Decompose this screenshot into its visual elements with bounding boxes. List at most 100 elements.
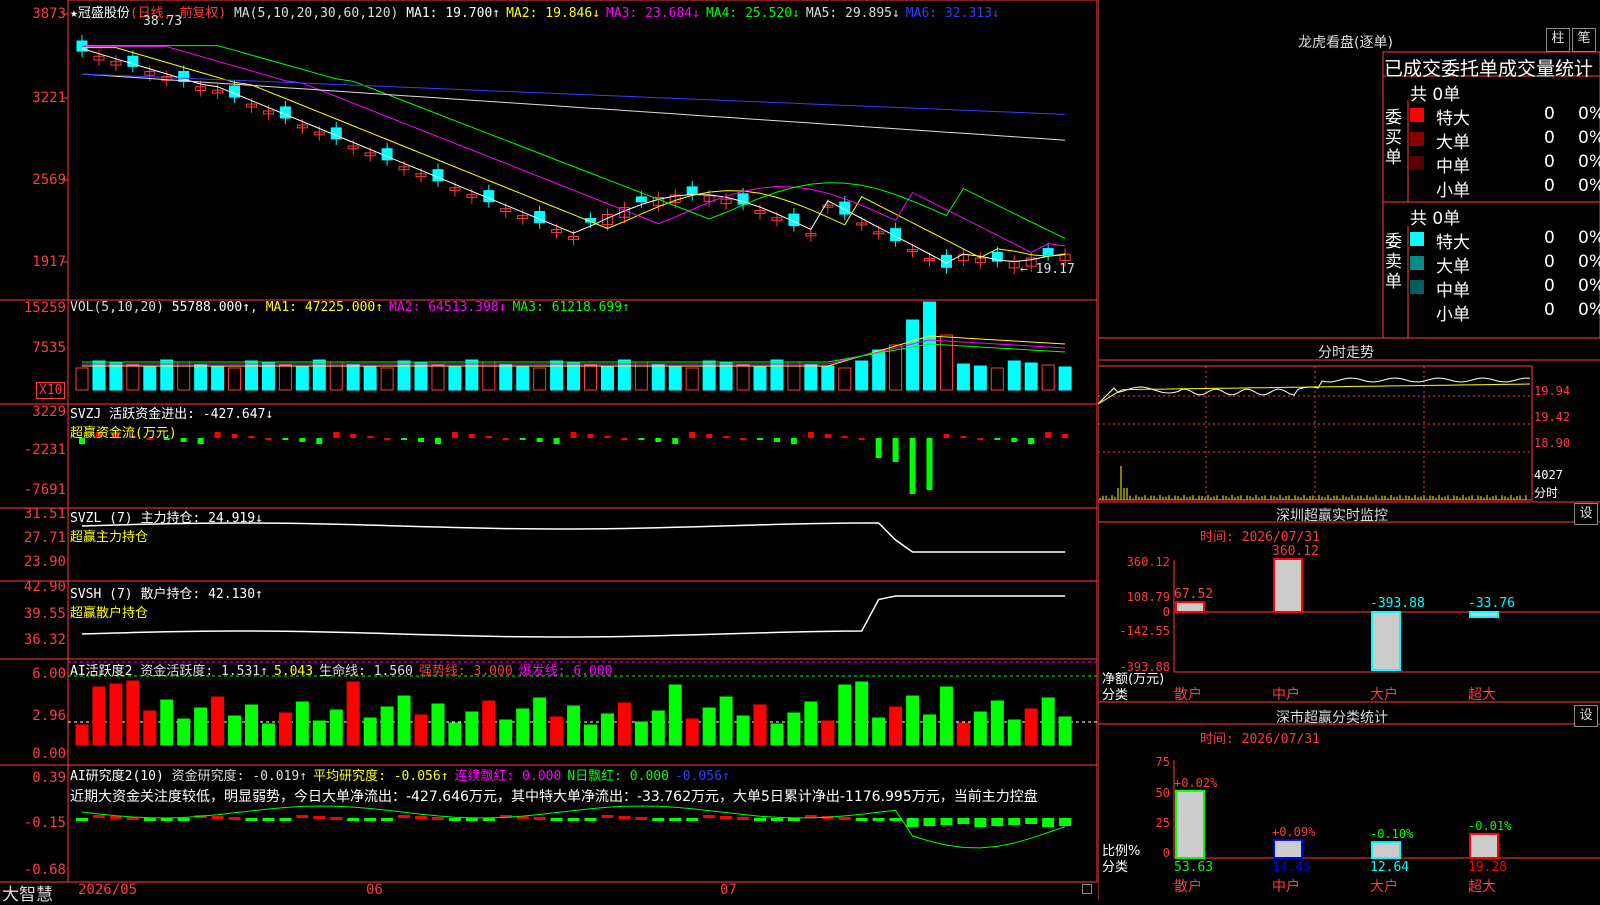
sell-row-1: 大单 0 0% (1410, 252, 1600, 277)
ai-active-bar (1041, 697, 1055, 746)
svzj-line2: 超赢资金流(万元) (70, 426, 177, 441)
svzj-bar (1045, 432, 1052, 438)
ai-research-bar (76, 818, 88, 821)
sell-vol-0: 0 (1544, 228, 1555, 248)
ai-active-bar (380, 706, 394, 746)
ai-research-bar (262, 818, 275, 821)
volume-bar (906, 319, 920, 391)
favorite-star-icon[interactable]: ★ (70, 6, 78, 21)
svzj-bar (434, 438, 441, 444)
sell-swatch-0 (1410, 232, 1424, 246)
ma-values: MA1: 19.700↑ MA2: 19.846↓ MA3: 23.684↓ MA4:… (406, 6, 1006, 21)
sz-class-category-2: 大户 (1370, 879, 1398, 895)
chart-area[interactable]: ★冠盛股份(日线, 前复权) MA(5,10,20,30,60,120) MA1… (0, 0, 1098, 905)
sell-total: 共 0单 (1410, 209, 1461, 229)
ai-research-bar (787, 818, 800, 821)
ai-research-value-2: 平均研究度: -0.056↑ (313, 769, 449, 784)
ai-research-bar (415, 816, 427, 819)
sz-monitor-bar-label-2: -393.88 (1370, 596, 1425, 611)
svzj-bar (570, 432, 577, 438)
buy-vol-1: 0 (1544, 128, 1555, 148)
sz-class-value-2: 12.64 (1370, 860, 1410, 875)
tick-mode-button[interactable]: 笔 (1572, 28, 1596, 52)
lock-icon[interactable] (1082, 884, 1092, 894)
ai-research-bar (364, 818, 377, 821)
sz-monitor-settings-button[interactable]: 设 (1574, 503, 1598, 525)
ai-research-bar (669, 818, 682, 821)
volume-bar (889, 344, 903, 391)
intraday-axis-label-0: 19.94 (1534, 384, 1571, 398)
sz-class-value-1: 14.45 (1272, 860, 1312, 875)
sz-class-bar-2 (1371, 841, 1401, 859)
volume-bar (668, 365, 682, 391)
sz-class-category-0: 散户 (1174, 879, 1202, 895)
ai-active-value-1: 资金活跃度: 1.531↑ (140, 664, 268, 679)
buy-vol-0: 0 (1544, 104, 1555, 124)
ai-active-bar (414, 714, 428, 746)
ai-active-bar (956, 722, 970, 746)
ai-active-bar (160, 699, 174, 746)
svzj-bar (604, 436, 611, 438)
stock-name[interactable]: 冠盛股份 (78, 6, 130, 21)
ai-active-bar (651, 710, 665, 746)
ai-active-bar (397, 695, 411, 746)
svzj-bar (502, 438, 509, 440)
sz-monitor-bar-2 (1371, 611, 1401, 671)
ai-research-bar (431, 817, 444, 820)
sz-class-category-1: 中户 (1272, 879, 1300, 895)
sz-class-bar-1 (1273, 838, 1303, 860)
svzj-bar-group (79, 432, 1069, 494)
ai-active-bar (600, 713, 614, 746)
ai-active-bar (872, 717, 886, 746)
svzj-header: SVZJ 活跃资金进出: -427.647↓ 超赢资金流(万元) (70, 403, 273, 441)
volume-bar (397, 360, 411, 391)
svzj-bar (367, 436, 374, 438)
ai-research-bar (601, 815, 614, 818)
buy-row-3: 小单 0 0% (1410, 176, 1600, 201)
intraday-axis-label-4: 分时 (1534, 486, 1559, 500)
sz-monitor-bar-label-0: 67.52 (1174, 587, 1214, 603)
volume-bar (990, 367, 1004, 391)
volume-bar (92, 360, 106, 391)
bar-mode-button[interactable]: 柱 (1546, 28, 1570, 52)
ai-research-bar (584, 818, 597, 821)
ai-research-bar (906, 818, 919, 827)
buy-name-1: 大单 (1436, 133, 1470, 153)
svzl-axis-label-1: 27.71 (23, 530, 66, 546)
svzj-bar (977, 438, 984, 440)
ai-active-bar (363, 717, 377, 746)
ai-research-bar (635, 817, 648, 820)
ai-research-bar (957, 818, 970, 824)
svzj-bar (994, 438, 1001, 440)
sz-class-settings-button[interactable]: 设 (1574, 705, 1598, 727)
svzj-line1: SVZJ 活跃资金进出: -427.647↓ (70, 407, 274, 422)
volume-bar (584, 364, 597, 391)
sell-vol-1: 0 (1544, 252, 1555, 272)
sz-monitor-xlabel: 分类 (1102, 688, 1129, 703)
ai-research-bar (177, 818, 190, 821)
ai-research-bar (211, 816, 224, 819)
ai-active-bar (617, 702, 631, 746)
ai-active-bar (295, 701, 309, 746)
svzj-bar (1028, 438, 1035, 444)
svzj-axis-label-1: -2231 (23, 442, 66, 458)
sz-monitor-axis-label-0: 360.12 (1126, 555, 1170, 569)
ai-active-bar (702, 707, 716, 746)
ai-active-bar (465, 711, 479, 746)
ai-active-bar (346, 681, 360, 746)
svsh-axis-label-2: 36.32 (23, 632, 66, 648)
svsh-axis-label-1: 39.55 (23, 606, 66, 622)
vol-pane-header: VOL(5,10,20) 55788.000↑, MA1: 47225.000↑… (70, 300, 636, 315)
ai-active-bar (685, 718, 699, 746)
ai-research-value-5: -0.056↑ (674, 769, 730, 784)
ai-research-bar (737, 817, 750, 820)
intraday-axis-label-3: 4027 (1534, 468, 1563, 482)
sz-monitor-axis-label-3: -142.55 (1119, 624, 1170, 638)
sz-class-title: 深市超赢分类统计 (1276, 710, 1388, 726)
ai-research-bar (652, 818, 665, 821)
ai-active-bar (245, 704, 258, 746)
main-axis-label-3: 1917 (32, 254, 66, 270)
sz-class-change-2: -0.10% (1370, 827, 1414, 842)
main-axis-label-1: 3221 (32, 90, 66, 106)
ai-research-bar (974, 818, 987, 827)
